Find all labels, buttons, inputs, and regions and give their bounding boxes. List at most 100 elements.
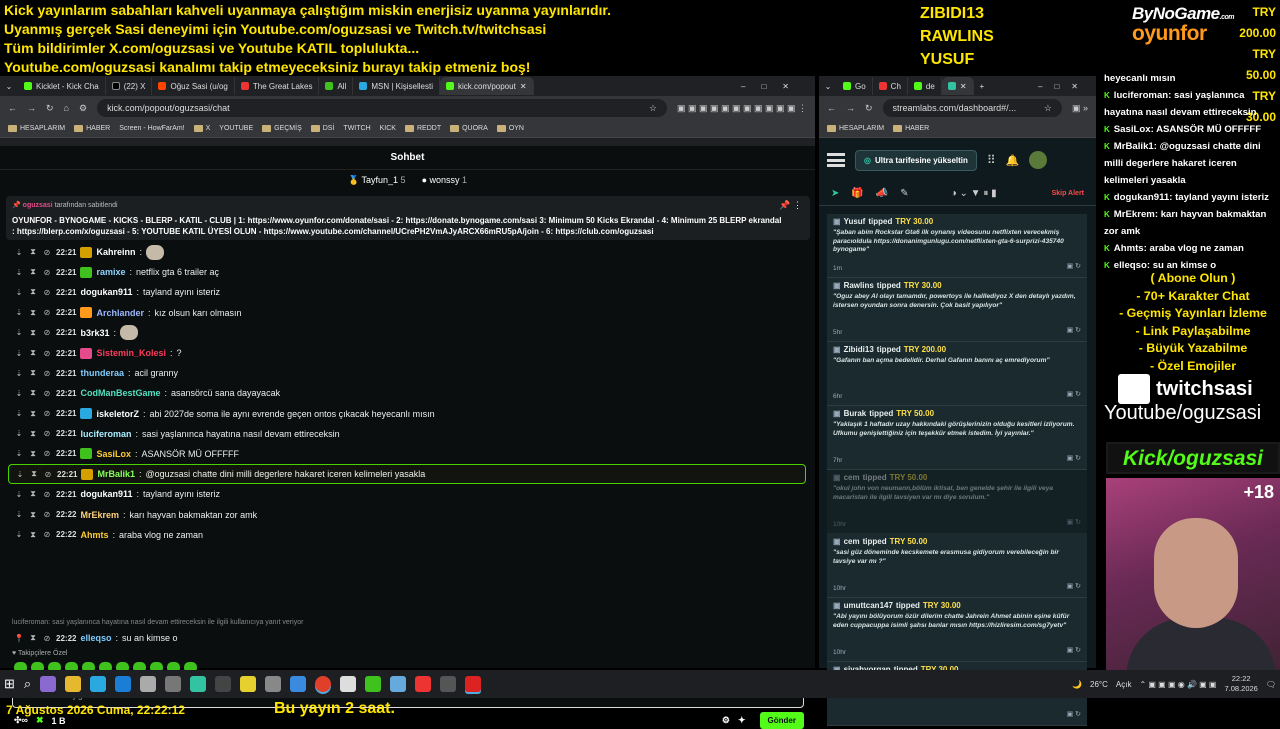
browser-tab[interactable]: (22) X — [106, 77, 153, 95]
pin-icon[interactable]: ⇣ — [14, 248, 24, 257]
apps-icon[interactable]: ⠿ — [987, 153, 996, 167]
ban-icon[interactable]: ⊘ — [42, 429, 52, 438]
timeout-icon[interactable]: ⧗ — [28, 429, 38, 439]
pin-icon[interactable]: ⇣ — [14, 349, 24, 358]
new-tab-icon[interactable]: + — [974, 82, 991, 91]
message-user[interactable]: b3rk31 — [80, 328, 109, 338]
explorer-icon[interactable] — [65, 676, 82, 692]
timeout-icon[interactable]: ⧗ — [28, 489, 38, 499]
timeout-icon[interactable]: ⧗ — [28, 247, 38, 257]
browser-tab[interactable]: Ch — [873, 77, 908, 95]
message-user[interactable]: Archlander — [96, 308, 144, 318]
send-button[interactable]: Gönder — [759, 712, 804, 729]
chat-message[interactable]: ⇣ ⧗ ⊘ 22:21 dogukan911: tayland ayını isteri… — [14, 484, 814, 504]
pin-icon[interactable]: ⇣ — [14, 449, 24, 458]
extensions-icons[interactable]: ▣ ▣ ▣ ▣ ▣ ▣ ▣ ▣ ▣ ▣ ▣ ⋮ — [677, 103, 807, 114]
bookmark[interactable]: HABER — [74, 125, 110, 132]
pin-icon[interactable]: ⇣ — [14, 288, 24, 297]
ban-icon[interactable]: ⊘ — [42, 308, 52, 317]
pin-icon[interactable]: ⇣ — [14, 308, 24, 317]
message-user[interactable]: elleqso — [80, 633, 111, 643]
ban-icon[interactable]: ⊘ — [42, 369, 52, 378]
forward-icon[interactable]: → — [846, 103, 855, 113]
ban-icon[interactable]: ⊘ — [42, 510, 52, 519]
pin-icon[interactable]: ⇣ — [14, 409, 24, 418]
edge-icon[interactable] — [115, 676, 132, 692]
bookmark[interactable]: DSİ — [310, 125, 334, 132]
chat-message[interactable]: ⇣ ⧗ ⊘ 22:21 SasiLox: ASANSÖR MÜ OFFFFF — [14, 444, 814, 464]
ban-icon[interactable]: ⊘ — [42, 530, 52, 539]
timeout-icon[interactable]: ⧗ — [28, 530, 38, 540]
ban-icon[interactable]: ⊘ — [42, 634, 52, 643]
ban-icon[interactable]: ⊘ — [42, 490, 52, 499]
bookmark[interactable]: GEÇMİŞ — [262, 125, 302, 132]
message-user[interactable]: dogukan911 — [80, 489, 132, 499]
skip-alert-button[interactable]: Skip Alert — [1052, 190, 1084, 197]
chat-message[interactable]: ⇣ ⧗ ⊘ 22:21 ramixe: netflix gta 6 trailer aç — [14, 262, 814, 282]
timeout-icon[interactable]: ⧗ — [28, 287, 38, 297]
ban-icon[interactable]: ⊘ — [42, 248, 52, 257]
ban-icon[interactable]: ⊘ — [42, 449, 52, 458]
browser-tab-active[interactable]: kick.com/popout ✕ — [440, 77, 534, 95]
send-icon[interactable]: ➤ — [831, 188, 839, 199]
bookmark[interactable]: YOUTUBE — [219, 125, 253, 132]
app-icon[interactable] — [40, 676, 57, 692]
chat-message[interactable]: ⇣ ⧗ ⊘ 22:21 b3rk31: — [14, 323, 814, 343]
chat-message[interactable]: ⇣ ⧗ ⊘ 22:22 MrEkrem: karı hayvan bakmaktan z… — [14, 504, 814, 524]
browser-tab[interactable]: Kicklet - Kick Cha — [18, 77, 106, 95]
obs-icon[interactable] — [465, 676, 482, 692]
timeout-icon[interactable]: ⧗ — [28, 368, 38, 378]
megaphone-icon[interactable]: 📣 — [876, 188, 888, 199]
ban-icon[interactable]: ⊘ — [42, 328, 52, 337]
pen-icon[interactable]: ✎ — [900, 188, 908, 199]
star-icon[interactable]: ☆ — [1044, 103, 1052, 114]
bookmark[interactable]: HESAPLARIM — [827, 125, 884, 132]
app-icon[interactable] — [90, 676, 107, 692]
chat-message[interactable]: ⇣ ⧗ ⊘ 22:22 Ahmts: araba vlog ne zaman — [14, 525, 814, 545]
pin-icon[interactable]: ⇣ — [14, 490, 24, 499]
reload-icon[interactable]: ↻ — [865, 103, 873, 114]
message-user[interactable]: SasiLox — [96, 449, 131, 459]
notification-icon[interactable]: 🔔 — [1006, 154, 1020, 167]
pin-icon[interactable]: ⇣ — [14, 268, 24, 277]
ban-icon[interactable]: ⊘ — [42, 409, 52, 418]
window-controls[interactable]: –□✕ — [731, 82, 815, 91]
message-user[interactable]: thunderaa — [80, 368, 124, 378]
notes-icon[interactable] — [240, 676, 257, 692]
leader[interactable]: ● wonssy 1 — [422, 175, 467, 185]
start-icon[interactable]: ⊞ — [4, 676, 15, 692]
pin-icon[interactable]: ⇣ — [14, 328, 24, 337]
browser-tab[interactable]: All — [319, 77, 354, 95]
chat-message[interactable]: ⇣ ⧗ ⊘ 22:21 Kahreinn: — [14, 242, 814, 262]
message-user[interactable]: Ahmts — [80, 530, 108, 540]
chat-message[interactable]: ⇣ ⧗ ⊘ 22:21 iskeletorZ: abi 2027de soma ile … — [14, 404, 814, 424]
forward-icon[interactable]: → — [27, 103, 36, 113]
tip-actions[interactable]: ▣ ↻ — [1067, 582, 1081, 590]
mod-icon[interactable]: ✦ — [738, 715, 746, 726]
chat-message[interactable]: ⇣ ⧗ ⊘ 22:21 thunderaa: acil granny — [14, 363, 814, 383]
tip-actions[interactable]: ▣ ↻ — [1067, 390, 1081, 398]
timeout-icon[interactable]: ⧗ — [29, 469, 39, 479]
home-icon[interactable]: ⌂ — [64, 103, 69, 113]
ban-icon[interactable]: ⊘ — [43, 470, 53, 479]
browser-tab[interactable]: Go — [837, 77, 873, 95]
streamlabs-icon[interactable] — [190, 676, 207, 692]
bookmark[interactable]: OYN — [496, 125, 524, 132]
tray-icons[interactable]: ⌃ ▣ ▣ ▣ ◉ 🔊 ▣ ▣ — [1139, 680, 1216, 689]
tip-actions[interactable]: ▣ ↻ — [1067, 646, 1081, 654]
music-icon[interactable] — [440, 676, 457, 692]
back-icon[interactable]: ← — [8, 103, 17, 113]
timeout-icon[interactable]: ⧗ — [28, 633, 38, 643]
leader[interactable]: 🥇 Tayfun_1 5 — [348, 175, 406, 186]
message-user[interactable]: dogukan911 — [80, 287, 132, 297]
settings-icon[interactable]: ⚙ — [722, 715, 730, 726]
tab-list-icon[interactable]: ⌄ — [819, 82, 837, 91]
browser-tab[interactable]: de — [908, 77, 942, 95]
bookmark[interactable]: QUORA — [450, 125, 488, 132]
menu-icon[interactable] — [827, 153, 845, 167]
browser-tab-active[interactable]: ✕ — [941, 77, 974, 95]
tip-actions[interactable]: ▣ ↻ — [1067, 326, 1081, 334]
extensions-icon[interactable]: ▣ » — [1072, 103, 1088, 114]
chrome-icon[interactable] — [315, 676, 332, 692]
chat-message[interactable]: ⇣ ⧗ ⊘ 22:21 luciferoman: sasi yaşlanınca hay… — [14, 424, 814, 444]
